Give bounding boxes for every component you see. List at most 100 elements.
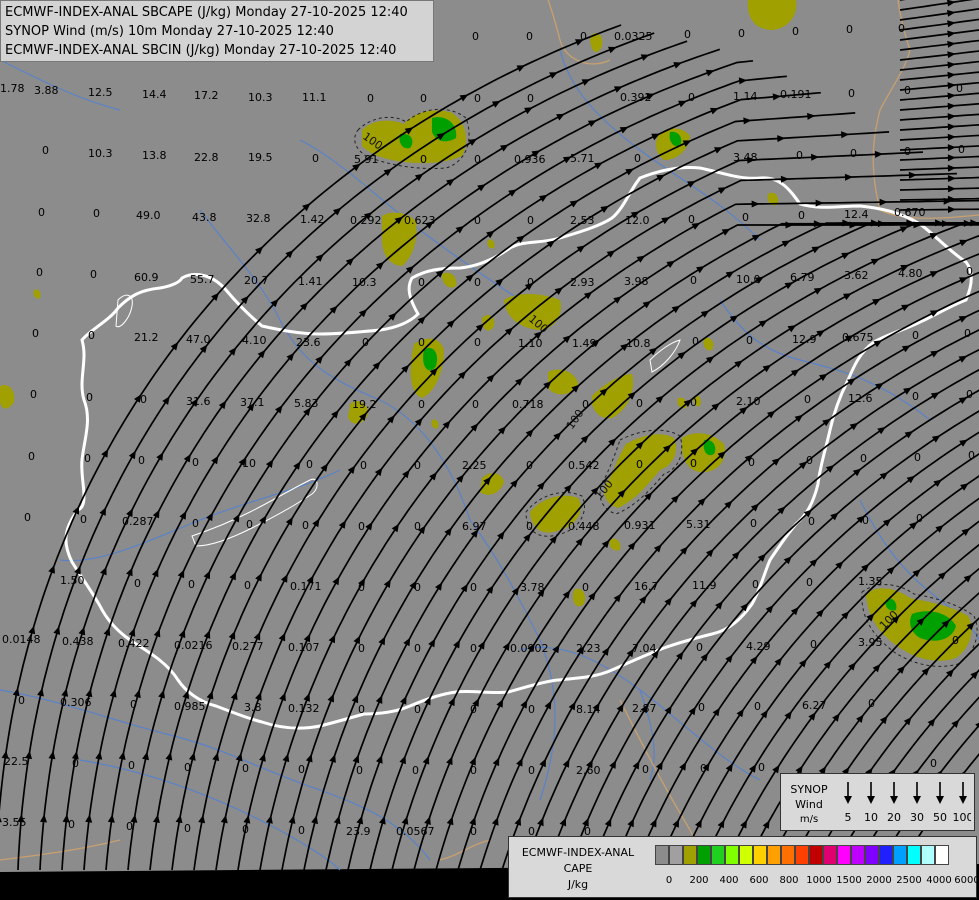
- station-value: 0: [36, 266, 43, 279]
- station-value: 0: [688, 91, 695, 104]
- station-value: 0: [738, 27, 745, 40]
- station-value: 0: [848, 87, 855, 100]
- cape-tick-label: 400: [719, 875, 739, 886]
- station-value: 0: [527, 276, 534, 289]
- station-value: 0: [358, 520, 365, 533]
- station-value: 0: [582, 581, 589, 594]
- station-value: 2.53: [570, 214, 595, 227]
- station-value: 2.93: [570, 276, 595, 289]
- station-value: 3.98: [624, 275, 649, 288]
- station-value: 0: [242, 823, 249, 836]
- station-value: 22.5: [4, 755, 29, 768]
- station-value: 1.35: [858, 575, 883, 588]
- station-value: 0: [470, 703, 477, 716]
- station-value: 0.448: [568, 520, 600, 533]
- station-value: 0.675: [842, 331, 874, 344]
- station-value: 0: [470, 642, 477, 655]
- cape-tick-label: 1000: [806, 875, 832, 886]
- station-value: 16.7: [634, 580, 659, 593]
- station-value: 0: [758, 761, 765, 774]
- station-value: 0: [42, 144, 49, 157]
- cape-color-swatch: [767, 845, 781, 865]
- cape-tick-label: 200: [689, 875, 709, 886]
- station-value: 0.306: [60, 696, 92, 709]
- station-value: 0.292: [350, 214, 382, 227]
- station-value: 4.29: [746, 640, 771, 653]
- station-value: 0: [192, 517, 199, 530]
- station-value: 0: [580, 30, 587, 43]
- station-value: 0.718: [512, 398, 544, 411]
- station-value: 0.670: [894, 206, 926, 219]
- station-value: 0.287: [122, 515, 154, 528]
- cape-color-swatch: [865, 845, 879, 865]
- station-value: 0: [30, 388, 37, 401]
- station-value: 10.3: [248, 91, 273, 104]
- station-value: 22.8: [194, 151, 219, 164]
- station-value: 0: [184, 761, 191, 774]
- station-value: 0.191: [780, 88, 812, 101]
- cape-legend-title-line: J/kg: [567, 878, 589, 891]
- station-value: 0: [750, 517, 757, 530]
- cape-color-swatch: [879, 845, 893, 865]
- cape-legend-title-line: CAPE: [563, 862, 593, 875]
- cape-color-swatch: [907, 845, 921, 865]
- station-value: 0: [742, 211, 749, 224]
- wind-legend-arrows: 5 10 20 30 50 100: [844, 782, 971, 824]
- station-value: 0: [244, 579, 251, 592]
- station-value: 0: [904, 145, 911, 158]
- title-line-sbcin: ECMWF-INDEX-ANAL SBCIN (J/kg) Monday 27-…: [5, 43, 397, 58]
- cape-color-scale: [655, 845, 973, 867]
- station-value: 3.88: [34, 84, 59, 97]
- station-value: 0: [414, 703, 421, 716]
- station-value: 31.6: [186, 395, 211, 408]
- station-value: 0.0567: [396, 825, 435, 838]
- station-value: 0: [956, 82, 963, 95]
- station-value: 0: [700, 762, 707, 775]
- station-value: 17.2: [194, 89, 219, 102]
- station-value: 0: [414, 642, 421, 655]
- station-value: 0: [968, 449, 975, 462]
- station-value: 12.4: [844, 208, 869, 221]
- station-value: 55.7: [190, 273, 215, 286]
- station-value: 0: [134, 577, 141, 590]
- station-value: 6.79: [790, 271, 815, 284]
- cape-tick-label: 0: [665, 875, 673, 886]
- station-value: 0: [684, 28, 691, 41]
- wind-legend-title-line: Wind: [795, 798, 823, 811]
- station-value: 0: [527, 214, 534, 227]
- station-value: 0: [528, 703, 535, 716]
- map-title-panel: ECMWF-INDEX-ANAL SBCAPE (J/kg) Monday 27…: [0, 0, 434, 62]
- station-value: 0: [860, 452, 867, 465]
- cape-color-swatch: [669, 845, 683, 865]
- cape-tick-label: 1500: [836, 875, 862, 886]
- station-value: 1.10: [518, 337, 543, 350]
- station-value: 0: [474, 153, 481, 166]
- station-value: 12.5: [88, 86, 113, 99]
- station-value: 3.55: [2, 816, 27, 829]
- station-value: 0: [184, 822, 191, 835]
- cape-color-swatch: [697, 845, 711, 865]
- station-value: 0.931: [624, 519, 656, 532]
- station-value: 0: [470, 764, 477, 777]
- station-value: 37.1: [240, 396, 265, 409]
- station-value: 0: [302, 519, 309, 532]
- station-value: 0: [414, 581, 421, 594]
- station-value: 2.60: [576, 764, 601, 777]
- cape-tick-label: 2000: [866, 875, 892, 886]
- station-value: 0: [964, 327, 971, 340]
- station-value: 0: [527, 92, 534, 105]
- station-value: 1.14: [733, 90, 758, 103]
- station-value: 0: [526, 520, 533, 533]
- station-value: 0: [68, 818, 75, 831]
- cape-color-swatch: [753, 845, 767, 865]
- station-value: 0: [898, 22, 905, 35]
- station-value: 8.14: [576, 703, 601, 716]
- station-value: 0.623: [404, 214, 436, 227]
- station-value: 0: [792, 25, 799, 38]
- station-value: 0: [904, 84, 911, 97]
- station-value: 1.41: [298, 275, 323, 288]
- station-value: 12.6: [848, 392, 873, 405]
- station-value: 47.0: [186, 333, 211, 346]
- station-value: 1.49: [572, 337, 597, 350]
- title-line-wind: SYNOP Wind (m/s) 10m Monday 27-10-2025 1…: [5, 24, 334, 39]
